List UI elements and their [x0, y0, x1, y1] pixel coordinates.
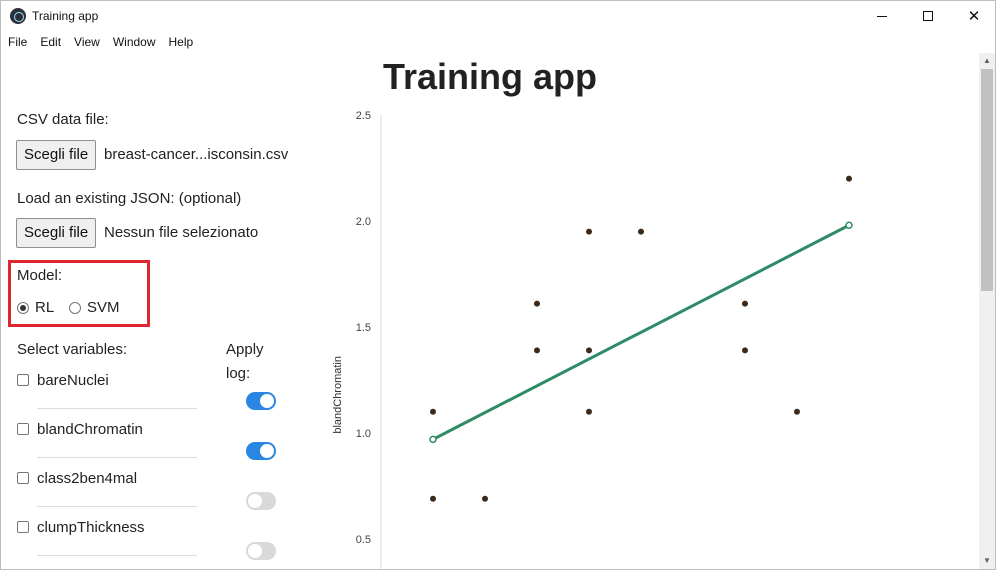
data-point — [586, 408, 592, 415]
divider — [37, 457, 197, 458]
page-title: Training app — [382, 56, 597, 97]
menu-help[interactable]: Help — [162, 32, 200, 52]
divider — [37, 506, 197, 507]
toggle-knob — [260, 444, 274, 458]
menu-edit[interactable]: Edit — [33, 32, 67, 52]
radio-rl[interactable] — [17, 302, 29, 314]
csv-file-button[interactable]: Scegli file — [16, 140, 97, 170]
toggle-log-blandchromatin[interactable] — [246, 442, 276, 460]
window-title: Training app — [32, 9, 99, 23]
app-icon — [10, 8, 26, 24]
toggle-log-class2ben4mal[interactable] — [246, 492, 276, 510]
radio-svm-label: SVM — [87, 299, 120, 316]
variable-barenuclei-label: bareNuclei — [37, 372, 109, 389]
y-tick-label: 1.0 — [356, 428, 371, 440]
data-point — [430, 408, 436, 415]
data-point — [846, 175, 852, 182]
data-point — [534, 347, 540, 354]
y-tick-label: 1.5 — [356, 322, 371, 334]
data-point — [742, 300, 748, 307]
checkbox-blandchromatin[interactable] — [17, 423, 29, 435]
menu-bar: File Edit View Window Help — [1, 32, 199, 52]
data-point — [794, 408, 800, 415]
data-point — [638, 228, 644, 235]
checkbox-clumpthickness[interactable] — [17, 521, 29, 533]
app-window: Training app ✕ File Edit View Window Hel… — [0, 0, 996, 570]
y-tick-label: 0.5 — [356, 534, 371, 546]
main-content: Training app CSV data file: Scegli file … — [1, 53, 979, 569]
minimize-button[interactable] — [859, 1, 905, 31]
scatter-chart: 0.5 1.0 1.5 2.0 2.5 blandChromatin — [332, 110, 853, 569]
y-tick-label: 2.0 — [356, 216, 371, 228]
divider — [37, 555, 197, 556]
variable-clumpthickness-label: clumpThickness — [37, 519, 145, 536]
vertical-scrollbar[interactable]: ▲ ▼ — [979, 53, 995, 569]
checkbox-class2ben4mal[interactable] — [17, 472, 29, 484]
menu-file[interactable]: File — [1, 32, 33, 52]
data-point — [534, 300, 540, 307]
apply-log-label-2: log: — [226, 365, 251, 382]
toggle-knob — [248, 494, 262, 508]
model-label: Model: — [17, 267, 63, 284]
menu-view[interactable]: View — [67, 32, 106, 52]
y-tick-label: 2.5 — [356, 110, 371, 122]
toggle-knob — [248, 544, 262, 558]
data-points — [430, 175, 852, 502]
toggle-log-barenuclei[interactable] — [246, 392, 276, 410]
data-point — [586, 347, 592, 354]
json-label: Load an existing JSON: (optional) — [17, 190, 242, 207]
title-bar: Training app ✕ — [1, 1, 995, 31]
csv-label: CSV data file: — [17, 111, 109, 128]
checkbox-barenuclei[interactable] — [17, 374, 29, 386]
regression-line — [432, 223, 850, 441]
select-variables-label: Select variables: — [17, 341, 128, 358]
scrollbar-thumb[interactable] — [981, 69, 993, 291]
y-axis: 0.5 1.0 1.5 2.0 2.5 — [356, 110, 382, 569]
regression-endpoint — [845, 221, 853, 229]
data-point — [482, 495, 488, 502]
radio-svm[interactable] — [69, 302, 81, 314]
csv-file-name: breast-cancer...isconsin.csv — [104, 146, 289, 163]
variable-class2ben4mal-label: class2ben4mal — [37, 470, 138, 487]
toggle-knob — [260, 394, 274, 408]
close-button[interactable]: ✕ — [951, 1, 995, 31]
regression-endpoint — [429, 435, 437, 444]
json-file-button[interactable]: Scegli file — [16, 218, 97, 248]
radio-rl-label: RL — [35, 299, 55, 316]
scroll-down-arrow-icon[interactable]: ▼ — [983, 556, 991, 565]
divider — [37, 408, 197, 409]
menu-window[interactable]: Window — [106, 32, 162, 52]
toggle-log-clumpthickness[interactable] — [246, 542, 276, 560]
maximize-button[interactable] — [905, 1, 951, 31]
y-axis-label: blandChromatin — [332, 356, 344, 434]
data-point — [742, 347, 748, 354]
close-icon: ✕ — [967, 8, 981, 25]
data-point — [586, 228, 592, 235]
apply-log-label: Apply — [226, 341, 264, 358]
variable-blandchromatin-label: blandChromatin — [37, 421, 143, 438]
json-file-name: Nessun file selezionato — [104, 224, 259, 241]
scroll-up-arrow-icon[interactable]: ▲ — [983, 56, 991, 65]
minimize-icon — [877, 15, 887, 17]
data-point — [430, 495, 436, 502]
maximize-icon — [923, 11, 933, 21]
